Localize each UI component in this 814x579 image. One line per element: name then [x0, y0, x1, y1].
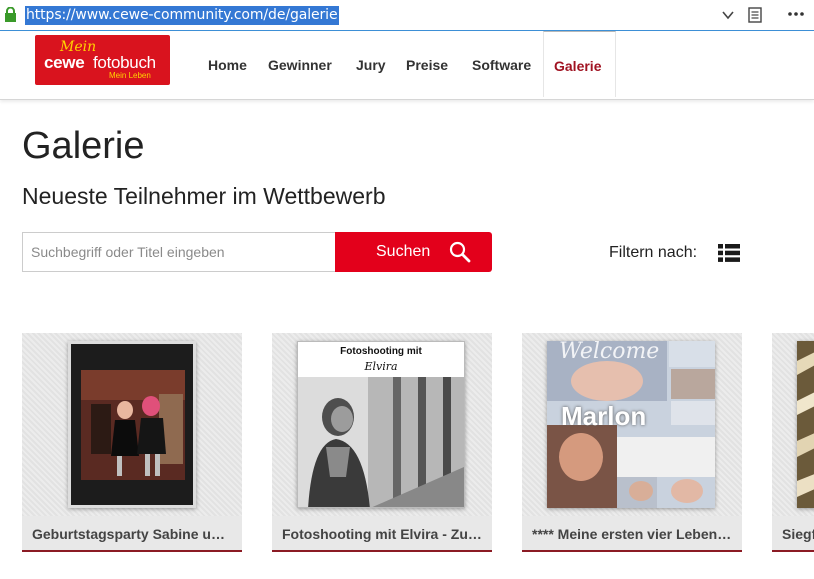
nav-galerie[interactable]: Galerie [543, 31, 616, 97]
nav-preise[interactable]: Preise [396, 32, 458, 98]
reader-view-icon[interactable] [748, 7, 762, 23]
cewe-logo[interactable]: Mein cewe fotobuch Mein Leben [35, 35, 170, 85]
card-caption[interactable]: Siegfried [772, 516, 814, 552]
gallery-card[interactable]: Siegfried [772, 333, 814, 552]
card-caption[interactable]: **** Meine ersten vier Lebensmonate [522, 516, 742, 552]
cover-title: Welcome [559, 341, 660, 364]
photobook-cover-image [797, 341, 814, 508]
page-title: Galerie [22, 125, 145, 167]
more-options-icon[interactable] [787, 10, 805, 18]
cover-name: Elvira [364, 360, 398, 373]
photobook-cover: Fotoshooting mit Elvira [297, 341, 465, 508]
gallery-card[interactable]: Fotoshooting mit Elvira Fotoshooting mit… [272, 333, 492, 552]
card-title: Fotoshooting mit Elvira - Zum Valentinst… [282, 526, 482, 542]
card-thumbnail[interactable]: Fotoshooting mit Elvira [272, 333, 492, 516]
gallery-card[interactable]: Geburtstagsparty Sabine und Jörg [22, 333, 242, 552]
gallery-card[interactable]: Welcome Marlon **** Meine ersten vier Le… [522, 333, 742, 552]
search-icon [449, 241, 471, 263]
list-view-icon[interactable] [718, 244, 740, 262]
search-input[interactable] [22, 232, 335, 272]
filter-label: Filtern nach: [609, 244, 698, 261]
cover-title: Fotoshooting mit [340, 346, 422, 357]
nav-jury[interactable]: Jury [346, 32, 396, 98]
page-subtitle: Neueste Teilnehmer im Wettbewerb [22, 183, 386, 209]
nav-software[interactable]: Software [462, 32, 541, 98]
nav-home[interactable]: Home [198, 32, 257, 98]
card-title: Geburtstagsparty Sabine und Jörg [32, 526, 232, 542]
nav-gewinner[interactable]: Gewinner [258, 32, 342, 98]
card-caption[interactable]: Fotoshooting mit Elvira - Zum Valentinst… [272, 516, 492, 552]
logo-text: cewe [44, 53, 85, 72]
photobook-cover [68, 341, 196, 508]
cover-name: Marlon [561, 401, 647, 431]
url-field[interactable]: https://www.cewe-community.com/de/galeri… [25, 6, 339, 25]
card-thumbnail[interactable] [22, 333, 242, 516]
chevron-down-icon[interactable] [720, 8, 736, 22]
logo-text: Mein Leben [109, 71, 151, 80]
card-caption[interactable]: Geburtstagsparty Sabine und Jörg [22, 516, 242, 552]
site-header: Mein cewe fotobuch Mein Leben Home Gewin… [0, 31, 814, 100]
card-thumbnail[interactable]: Welcome Marlon [522, 333, 742, 516]
photobook-cover [797, 341, 814, 508]
card-title: **** Meine ersten vier Lebensmonate [532, 526, 732, 542]
search-button-label: Suchen [376, 243, 431, 260]
photobook-cover-image [71, 344, 193, 505]
lock-icon [5, 7, 16, 22]
card-title: Siegfried [782, 526, 814, 542]
search-button[interactable]: Suchen [335, 232, 492, 272]
logo-text: fotobuch [93, 53, 156, 72]
card-thumbnail[interactable] [772, 333, 814, 516]
address-bar: https://www.cewe-community.com/de/galeri… [0, 0, 814, 31]
photobook-cover-image [298, 377, 464, 507]
photobook-cover: Welcome Marlon [547, 341, 715, 508]
